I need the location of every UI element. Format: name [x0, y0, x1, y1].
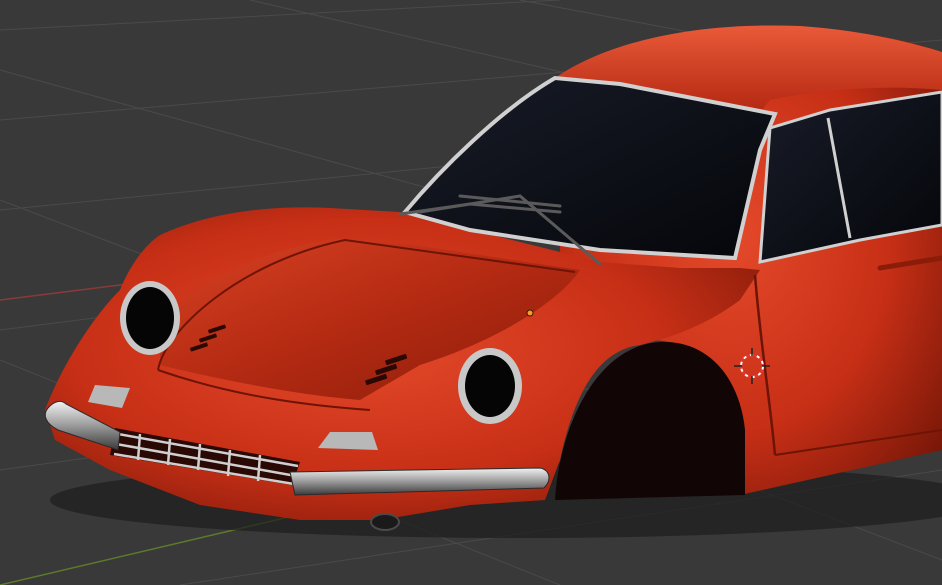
viewport-canvas[interactable] — [0, 0, 942, 585]
fog-light — [370, 513, 400, 531]
right-headlight — [458, 348, 522, 424]
left-headlight — [120, 281, 180, 355]
car-model[interactable] — [44, 25, 942, 538]
3d-viewport[interactable] — [0, 0, 942, 585]
object-origin-icon[interactable] — [526, 309, 534, 317]
